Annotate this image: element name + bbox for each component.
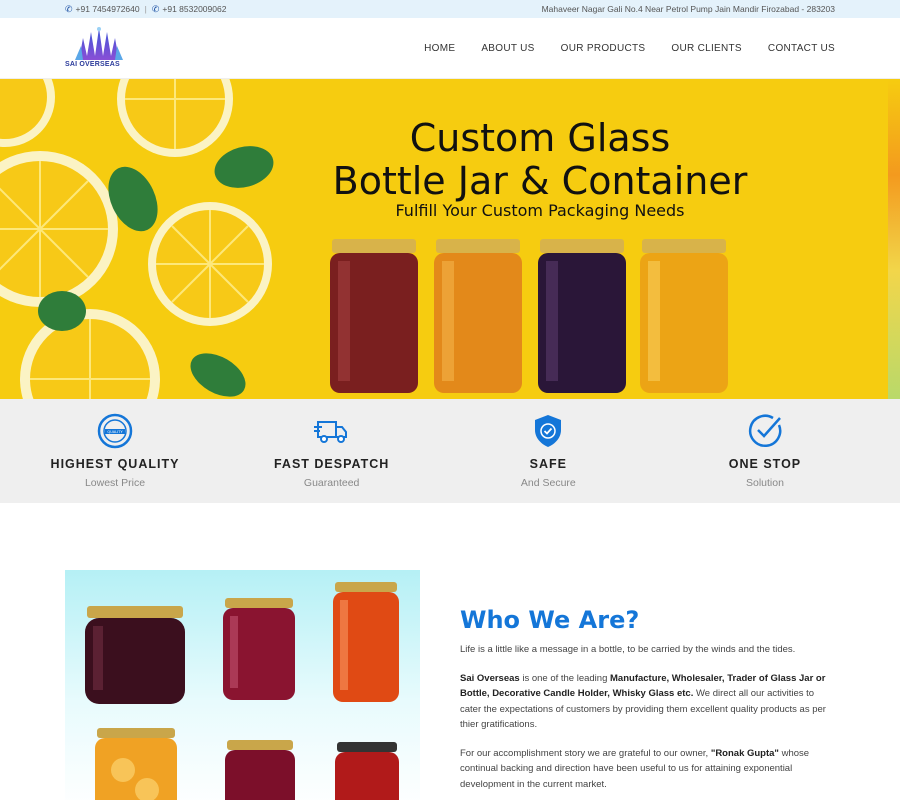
top-contact-bar: ✆ +91 7454972640 | ✆ +91 8532009062 Maha…	[0, 0, 900, 18]
about-heading: Who We Are?	[460, 606, 640, 634]
text-span: is one of the leading	[519, 672, 611, 684]
feature-fast-despatch: FAST DESPATCH Guaranteed	[257, 399, 407, 503]
jars-photo	[65, 570, 420, 800]
jars-illustration	[85, 582, 399, 800]
shield-check-icon	[535, 415, 562, 447]
address: Mahaveer Nagar Gali No.4 Near Petrol Pum…	[541, 4, 835, 14]
svg-text:QUALITY: QUALITY	[107, 430, 123, 434]
about-paragraph-1: Life is a little like a message in a bot…	[460, 644, 796, 655]
phone-icon: ✆	[151, 3, 160, 14]
feature-title: ONE STOP	[728, 457, 802, 471]
feature-highest-quality: QUALITY HIGHEST QUALITY Lowest Price	[40, 399, 190, 503]
feature-subtitle: Lowest Price	[84, 477, 146, 489]
nav-about-us[interactable]: ABOUT US	[481, 43, 534, 54]
circle-check-icon	[748, 414, 782, 447]
feature-subtitle: Guaranteed	[303, 477, 360, 489]
main-nav: HOME ABOUT US OUR PRODUCTS OUR CLIENTS C…	[424, 43, 835, 54]
phone-icon: ✆	[65, 3, 73, 14]
nav-our-products[interactable]: OUR PRODUCTS	[561, 43, 646, 54]
delivery-truck-icon	[313, 421, 347, 443]
hero-banner: Custom Glass Bottle Jar & Container Fulf…	[0, 79, 900, 399]
phone-numbers: ✆ +91 7454972640 | ✆ +91 8532009062	[65, 4, 226, 15]
owner-name: "Ronak Gupta"	[710, 747, 779, 759]
feature-subtitle: And Secure	[520, 477, 576, 489]
about-paragraph-2: Sai Overseas is one of the leading Manuf…	[460, 671, 830, 733]
feature-one-stop: ONE STOP Solution	[690, 399, 840, 503]
text-span: For our accomplishment story we are grat…	[460, 747, 711, 759]
nav-home[interactable]: HOME	[424, 43, 455, 54]
logo[interactable]: SAI OVERSEAS	[65, 26, 133, 70]
separator: |	[144, 4, 147, 14]
hero-title-line1: Custom Glass	[409, 116, 671, 160]
about-paragraph-3: For our accomplishment story we are grat…	[460, 746, 830, 793]
feature-subtitle: Solution	[745, 477, 784, 489]
hero-title-line2: Bottle Jar & Container	[332, 159, 748, 203]
feature-title: HIGHEST QUALITY	[50, 457, 180, 471]
company-name: Sai Overseas	[460, 672, 520, 684]
site-header: SAI OVERSEAS HOME ABOUT US OUR PRODUCTS …	[0, 18, 900, 79]
hero-subtitle: Fulfill Your Custom Packaging Needs	[395, 201, 685, 220]
feature-title: FAST DESPATCH	[273, 457, 390, 471]
feature-title: SAFE	[529, 457, 567, 471]
about-text: Who We Are? Life is a little like a mess…	[460, 606, 830, 792]
nav-our-clients[interactable]: OUR CLIENTS	[671, 43, 742, 54]
phone-1[interactable]: +91 7454972640	[76, 4, 140, 14]
hero-edge-decoration	[888, 79, 900, 399]
logo-text: SAI OVERSEAS	[65, 61, 120, 68]
nav-contact-us[interactable]: CONTACT US	[768, 43, 835, 54]
logo-crown-icon	[75, 27, 123, 60]
about-section: Who We Are? Life is a little like a mess…	[0, 503, 900, 800]
features-strip: QUALITY HIGHEST QUALITY Lowest Price FAS…	[0, 399, 900, 503]
quality-badge-icon: QUALITY	[97, 413, 133, 449]
feature-safe: SAFE And Secure	[473, 399, 623, 503]
glass-jars	[330, 239, 728, 393]
phone-2[interactable]: +91 8532009062	[162, 4, 226, 14]
lemon-slices	[0, 79, 272, 399]
